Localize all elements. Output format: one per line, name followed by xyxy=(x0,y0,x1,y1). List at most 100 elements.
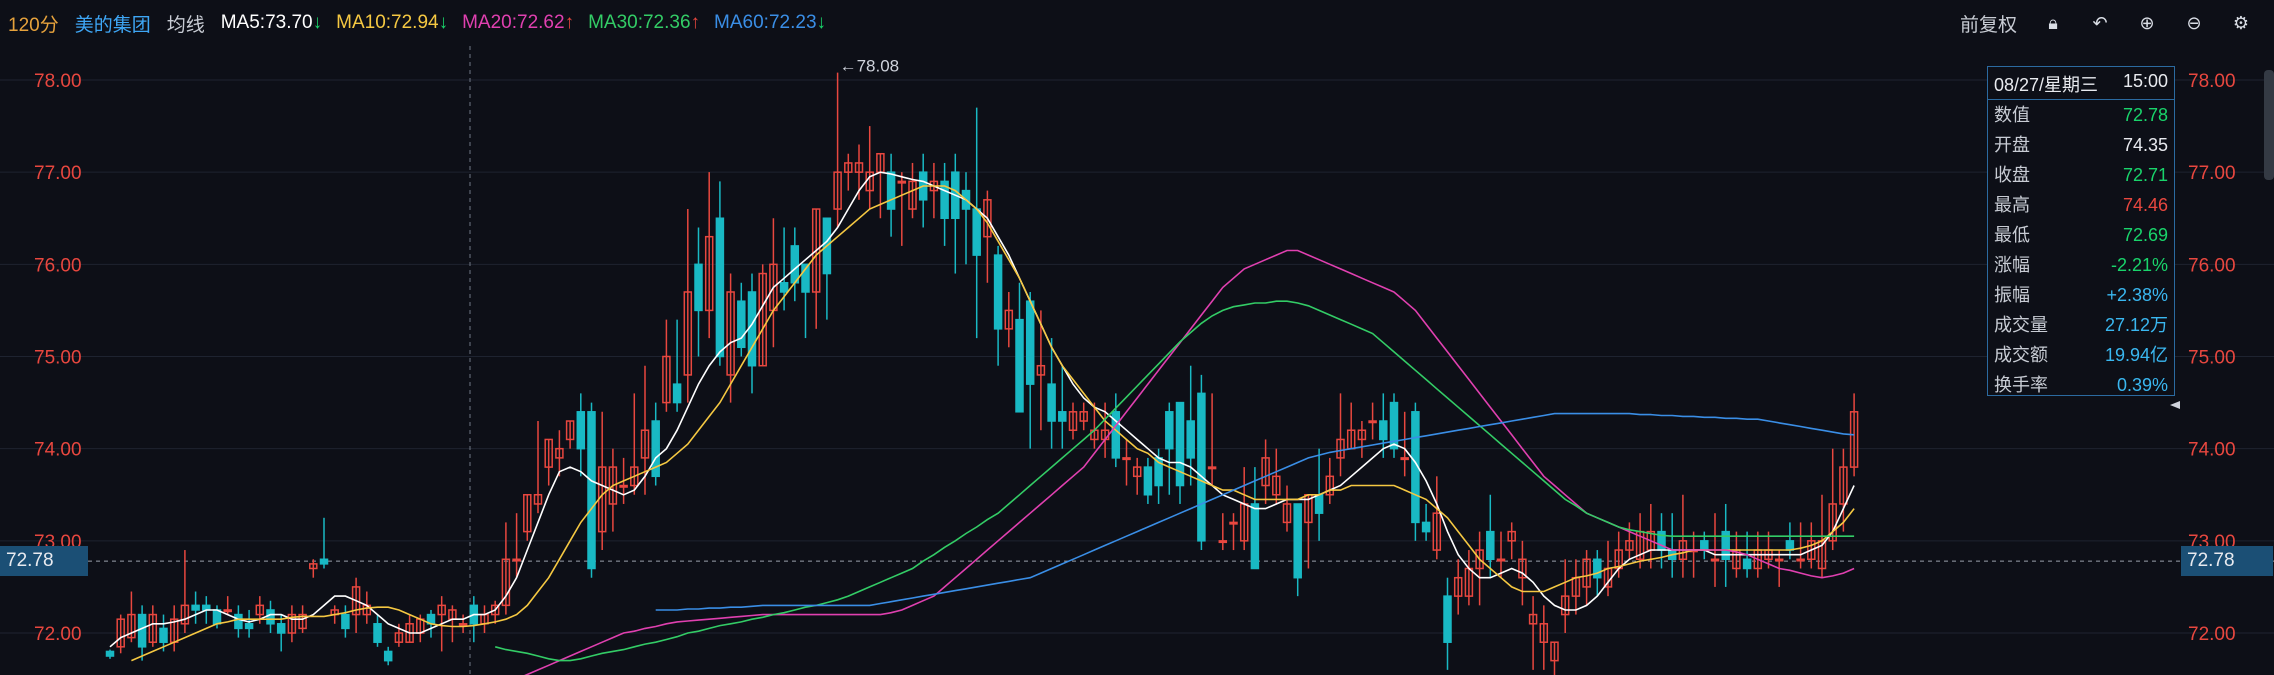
data-window-key: 开盘 xyxy=(1994,135,2030,155)
candle-down xyxy=(1165,411,1174,450)
data-window-row: 成交量 27.12万 xyxy=(1988,310,2174,340)
candle-up xyxy=(1710,558,1720,562)
candle-down xyxy=(886,171,896,210)
data-window-value: 19.94亿 xyxy=(2104,345,2168,365)
candle-down xyxy=(266,609,275,625)
candle-down xyxy=(1186,420,1195,459)
data-window-key: 涨幅 xyxy=(1994,255,2030,275)
candle-down xyxy=(159,627,168,643)
candle-down xyxy=(1058,411,1067,422)
y-tick-label-left: 78.00 xyxy=(34,71,82,92)
candlestick-chart[interactable]: 78.00 78.00 77.00 77.00 76.00 76.00 75.00 75.00… xyxy=(0,0,2274,675)
data-window-key: 收盘 xyxy=(1994,165,2030,185)
candle-down xyxy=(1047,383,1056,422)
current-price-tag-left: 72.78 xyxy=(0,546,88,577)
candle-down xyxy=(137,613,147,648)
candle-up xyxy=(1796,558,1805,562)
last-price-pointer-icon xyxy=(2170,401,2180,409)
candle-down xyxy=(1250,503,1260,570)
candle-down xyxy=(1443,595,1452,643)
candle-down xyxy=(1486,530,1495,561)
data-window-key: 成交额 xyxy=(1994,345,2048,365)
candle-up xyxy=(619,484,628,488)
y-tick-label-right: 77.00 xyxy=(2188,163,2236,184)
data-window-value: 27.12万 xyxy=(2104,315,2168,335)
candle-down xyxy=(779,282,789,293)
candle-down xyxy=(1785,540,1795,551)
candle-up xyxy=(1496,558,1506,562)
data-window-row: 开盘 74.35 xyxy=(1988,130,2174,160)
data-window-row: 最低 72.69 xyxy=(1988,220,2174,250)
data-window-header: 08/27/星期三 15:00 xyxy=(1988,67,2174,100)
candle-up xyxy=(1368,420,1377,424)
data-window-value: 72.78 xyxy=(2122,105,2168,125)
candle-down xyxy=(276,623,286,634)
data-window-value: 72.71 xyxy=(2122,165,2168,185)
candle-down xyxy=(747,291,757,367)
data-window-rows: 数值 72.78 开盘 74.35 收盘 72.71 最高 74.46 最低 72.69 涨幅 -2.… xyxy=(1988,100,2174,400)
data-window-time: 15:00 xyxy=(2122,71,2168,91)
data-window-value: 72.69 xyxy=(2122,225,2168,245)
candle-up xyxy=(458,623,468,627)
candle-down xyxy=(1143,466,1153,496)
data-window-row: 振幅 +2.38% xyxy=(1988,280,2174,310)
data-window-value: 74.46 xyxy=(2122,195,2168,215)
data-window-key: 最高 xyxy=(1994,195,2030,215)
data-window-value: -2.21% xyxy=(2110,255,2168,275)
data-window-value: 74.35 xyxy=(2122,135,2168,155)
candle-down xyxy=(737,300,746,349)
candle-down xyxy=(1593,558,1602,579)
candle-down xyxy=(191,604,200,611)
candle-down xyxy=(1197,392,1206,542)
scrollbar-handle[interactable] xyxy=(2264,70,2274,180)
data-window-row: 数值 72.78 xyxy=(1988,100,2174,130)
candle-up xyxy=(1218,540,1228,544)
ma-line-ma10 xyxy=(131,185,1855,662)
y-tick-label-right: 75.00 xyxy=(2188,348,2236,369)
candle-down xyxy=(715,217,725,358)
candle-down xyxy=(105,650,115,657)
candle-up xyxy=(1774,558,1784,562)
candle-down xyxy=(694,263,703,312)
candle-down xyxy=(1015,318,1024,413)
candle-down xyxy=(1742,558,1752,570)
high-marker-label: ←78.08 xyxy=(840,57,900,76)
candle-down xyxy=(383,650,393,662)
data-window-row: 收盘 72.71 xyxy=(1988,160,2174,190)
candle-up xyxy=(1229,521,1238,525)
data-window-key: 振幅 xyxy=(1994,285,2030,305)
data-window-key: 换手率 xyxy=(1994,375,2048,395)
candle-down xyxy=(972,208,981,256)
candle-down xyxy=(1293,503,1302,579)
data-window: 08/27/星期三 15:00 数值 72.78 开盘 74.35 收盘 72.71 最高 7… xyxy=(1987,66,2175,396)
data-window-row: 换手率 0.39% xyxy=(1988,370,2174,400)
data-window-key: 最低 xyxy=(1994,225,2030,245)
data-window-key: 成交量 xyxy=(1994,315,2048,335)
candle-down xyxy=(319,558,329,565)
candle-down xyxy=(993,254,1003,330)
candle-down xyxy=(1025,300,1035,385)
candle-down xyxy=(1700,540,1709,551)
ma-line-ma5 xyxy=(109,171,1855,648)
candle-down xyxy=(576,411,586,450)
y-tick-label-right: 78.00 xyxy=(2188,71,2236,92)
candle-down xyxy=(1314,494,1324,514)
data-window-row: 涨幅 -2.21% xyxy=(1988,250,2174,280)
candle-up xyxy=(1122,457,1131,461)
candle-up xyxy=(897,180,907,184)
current-price-tag-right: 72.78 xyxy=(2181,546,2273,577)
data-window-date: 08/27/星期三 xyxy=(1994,75,2099,95)
y-tick-label-left: 72.00 xyxy=(34,624,82,645)
candle-down xyxy=(587,411,596,570)
y-tick-label-left: 77.00 xyxy=(34,163,82,184)
candle-down xyxy=(212,609,222,625)
data-window-row: 成交额 19.94亿 xyxy=(1988,340,2174,370)
candle-down xyxy=(790,245,800,284)
data-window-value: +2.38% xyxy=(2106,285,2168,305)
candle-down xyxy=(1379,420,1388,441)
candle-up xyxy=(512,558,521,562)
data-window-row: 最高 74.46 xyxy=(1988,190,2174,220)
candle-down xyxy=(1421,521,1431,533)
y-tick-label-left: 75.00 xyxy=(34,348,82,369)
y-tick-label-left: 74.00 xyxy=(34,440,82,461)
